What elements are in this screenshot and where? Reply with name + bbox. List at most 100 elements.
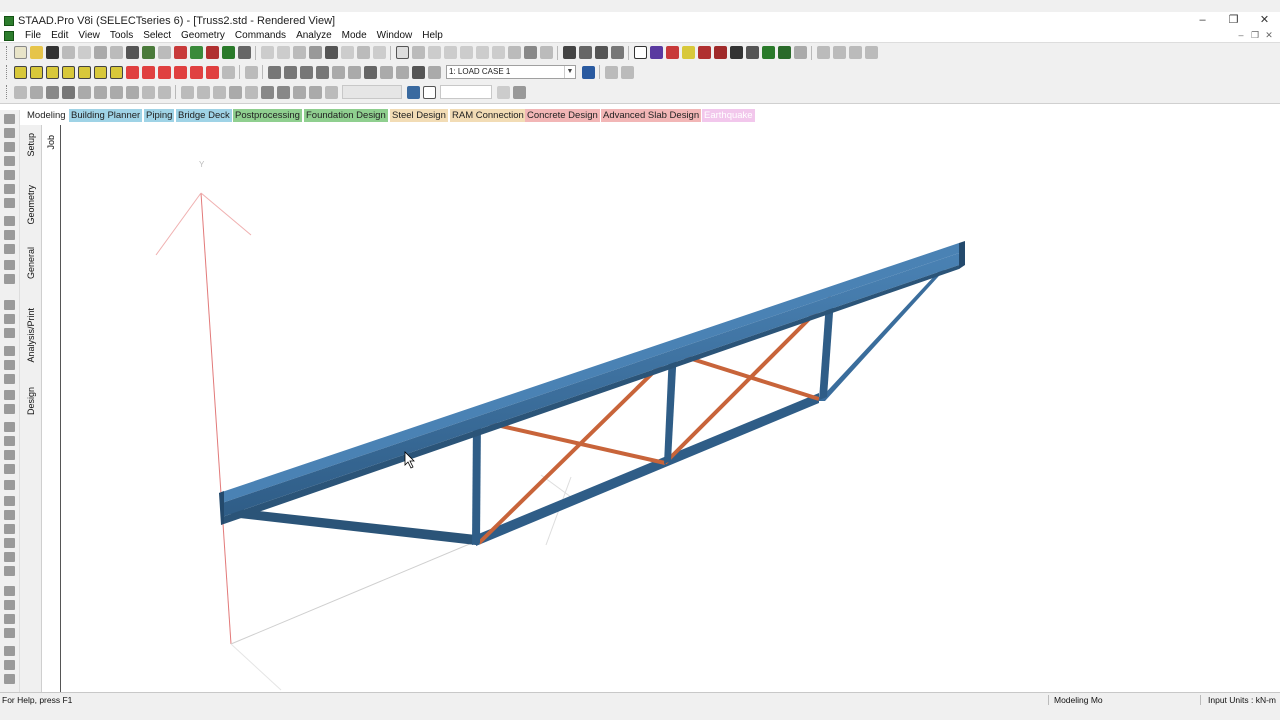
rotate-left-icon[interactable] <box>157 65 171 79</box>
menu-mode[interactable]: Mode <box>337 29 372 42</box>
add-curved-beam-icon[interactable] <box>697 46 711 59</box>
generate-plate-icon[interactable] <box>260 85 274 99</box>
print-tool-icon[interactable] <box>4 566 15 576</box>
view-from-bottom-icon[interactable] <box>29 65 43 79</box>
redo-icon[interactable] <box>157 46 171 59</box>
node-grid-icon[interactable] <box>427 46 441 59</box>
value-field[interactable] <box>440 85 492 99</box>
support-icon[interactable] <box>761 46 775 59</box>
rotate-up-icon[interactable] <box>125 65 139 79</box>
select-surfaces-icon[interactable] <box>324 46 338 59</box>
beam-grid-icon[interactable] <box>443 46 457 59</box>
top-chord-end-cap[interactable] <box>959 241 965 269</box>
menu-tools[interactable]: Tools <box>105 29 138 42</box>
property-icon[interactable] <box>713 46 727 59</box>
zoom-all-icon[interactable] <box>363 65 377 79</box>
mode-concrete-design[interactable]: Concrete Design <box>525 109 600 122</box>
rendered-view-viewport[interactable]: Y <box>61 125 1280 692</box>
isometric-view-icon[interactable] <box>109 65 123 79</box>
tab-design[interactable]: Design <box>26 387 36 415</box>
rotate-right-icon[interactable] <box>173 65 187 79</box>
tab-setup[interactable]: Setup <box>26 133 36 157</box>
save-icon[interactable] <box>45 46 59 59</box>
load-icon[interactable] <box>777 46 791 59</box>
doc-minimize-button[interactable]: – <box>1234 29 1248 42</box>
select-beams-icon[interactable] <box>276 46 290 59</box>
bracing-member-1[interactable] <box>478 419 666 465</box>
document-icon[interactable] <box>4 30 14 41</box>
add-beam-icon[interactable] <box>633 46 647 59</box>
analysis-tool-icon[interactable] <box>4 552 15 562</box>
select-solids-icon[interactable] <box>308 46 322 59</box>
add-node-icon[interactable] <box>681 46 695 59</box>
top-chord-web[interactable] <box>222 251 965 517</box>
doc-close-button[interactable]: ✕ <box>1262 29 1276 42</box>
layers-icon[interactable] <box>4 374 15 384</box>
loads-icon[interactable] <box>578 46 592 59</box>
section-icon[interactable] <box>729 46 743 59</box>
zoom-previous-icon[interactable] <box>331 65 345 79</box>
animate-icon[interactable] <box>610 46 624 59</box>
material-tool-icon[interactable] <box>4 464 15 474</box>
merge-icon[interactable] <box>77 85 91 99</box>
renumber-icon[interactable] <box>125 85 139 99</box>
plates-cursor-icon[interactable] <box>4 156 15 166</box>
mode-earthquake[interactable]: Earthquake <box>702 109 755 122</box>
tab-geometry[interactable]: Geometry <box>26 185 36 225</box>
show-labels-icon[interactable] <box>427 65 441 79</box>
beam-labels-icon[interactable] <box>4 216 15 226</box>
mode-steel-design[interactable]: Steel Design <box>390 109 448 122</box>
add-solid-icon[interactable] <box>665 46 679 59</box>
cut-section-icon[interactable] <box>180 85 194 99</box>
split-beam-icon[interactable] <box>93 85 107 99</box>
zoom-window-icon[interactable] <box>267 65 281 79</box>
rotate-down-icon[interactable] <box>141 65 155 79</box>
mode-ram-connection[interactable]: RAM Connection <box>450 109 526 122</box>
add-beam-between-icon[interactable] <box>29 85 43 99</box>
restore-view-icon[interactable] <box>620 65 634 79</box>
snap-grid-icon[interactable] <box>189 46 203 59</box>
specification-icon[interactable] <box>745 46 759 59</box>
query-icon[interactable] <box>581 65 595 79</box>
copy-icon[interactable] <box>93 46 107 59</box>
view-from-back-icon[interactable] <box>61 65 75 79</box>
report-tool-icon[interactable] <box>4 646 15 656</box>
mode-foundation-design[interactable]: Foundation Design <box>304 109 388 122</box>
pan-tool-icon[interactable] <box>4 328 15 338</box>
view-b-icon[interactable] <box>832 46 846 59</box>
toolbar-grip[interactable] <box>6 65 9 79</box>
whats-this-icon[interactable] <box>539 46 553 59</box>
stop-icon[interactable] <box>205 46 219 59</box>
page-icon[interactable] <box>422 85 436 99</box>
add-node-tool-icon[interactable] <box>4 260 15 270</box>
view-from-top-icon[interactable] <box>13 65 27 79</box>
shapes-icon[interactable] <box>4 360 15 370</box>
mode-modeling[interactable]: Modeling <box>25 109 68 122</box>
top-chord-flange-top[interactable] <box>219 243 965 503</box>
group-tool-icon[interactable] <box>4 628 15 638</box>
select-all-icon[interactable] <box>372 46 386 59</box>
beams-cursor-icon[interactable] <box>4 142 15 152</box>
table-tool-icon[interactable] <box>4 660 15 670</box>
restore-button[interactable]: ❐ <box>1218 12 1249 29</box>
select-parallel-icon[interactable] <box>356 46 370 59</box>
cylindrical-icon[interactable] <box>212 85 226 99</box>
translational-repeat-icon[interactable] <box>459 46 473 59</box>
offset-icon[interactable] <box>196 85 210 99</box>
menu-edit[interactable]: Edit <box>46 29 73 42</box>
solids-cursor-icon[interactable] <box>4 184 15 194</box>
add-beam-tool-icon[interactable] <box>4 274 15 284</box>
tab-general[interactable]: General <box>26 247 36 279</box>
zoom-in-icon[interactable] <box>283 65 297 79</box>
doc-restore-button[interactable]: ❐ <box>1248 29 1262 42</box>
menu-select[interactable]: Select <box>138 29 176 42</box>
top-chord-flange-bottom[interactable] <box>221 263 965 525</box>
results-icon[interactable] <box>594 46 608 59</box>
mode-piping[interactable]: Piping <box>144 109 175 122</box>
design-tool-icon[interactable] <box>4 586 15 596</box>
zoom-extents-icon[interactable] <box>299 65 313 79</box>
menu-window[interactable]: Window <box>372 29 418 42</box>
magnifying-glass-icon[interactable] <box>395 65 409 79</box>
view-d-icon[interactable] <box>864 46 878 59</box>
nodes-cursor-icon[interactable] <box>4 128 15 138</box>
